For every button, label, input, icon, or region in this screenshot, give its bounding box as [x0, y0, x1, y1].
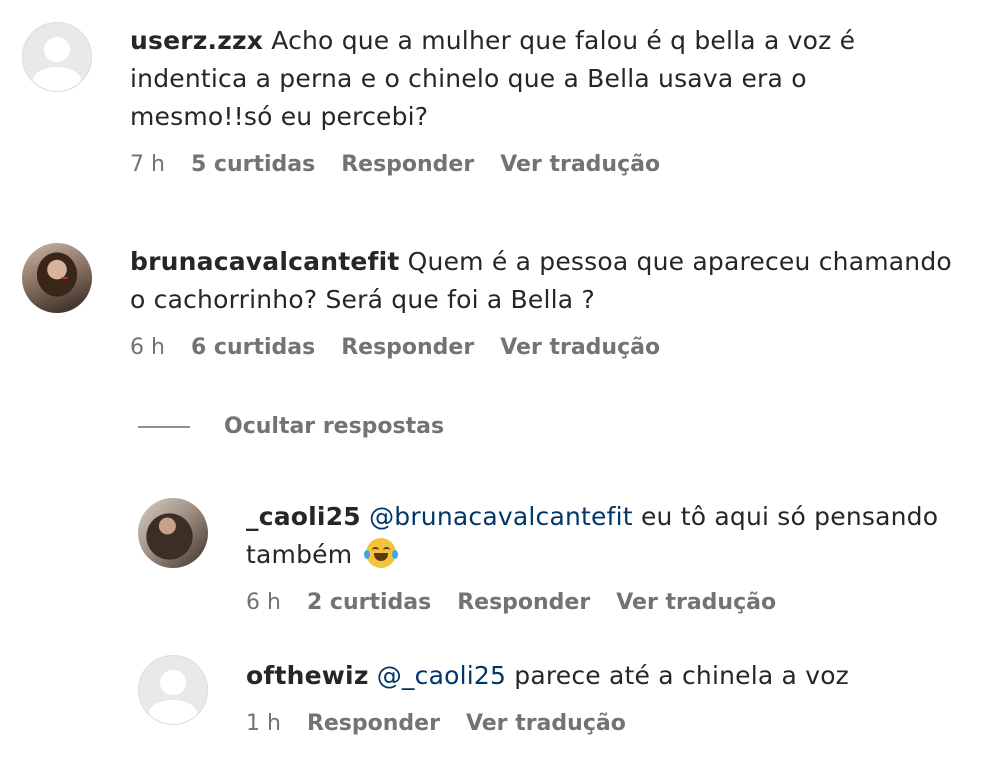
comment-likes[interactable]: 6 curtidas [191, 335, 315, 360]
reply-meta: 6 h 2 curtidas Responder Ver tradução [246, 590, 976, 615]
avatar-photo[interactable] [22, 243, 92, 313]
comment-body: userz.zzx Acho que a mulher que falou é … [130, 22, 890, 177]
reply-text-block: _caoli25 @brunacavalcantefit eu tô aqui … [246, 498, 976, 574]
reply-item: _caoli25 @brunacavalcantefit eu tô aqui … [138, 498, 976, 615]
translate-button[interactable]: Ver tradução [500, 152, 660, 177]
reply-item: ofthewiz @_caoli25 parece até a chinela … [138, 655, 976, 736]
reply-button[interactable]: Responder [341, 335, 474, 360]
reply-meta: 1 h Responder Ver tradução [246, 711, 976, 736]
translate-button[interactable]: Ver tradução [616, 590, 776, 615]
reply-time[interactable]: 6 h [246, 590, 281, 615]
comment-text-block: brunacavalcantefit Quem é a pessoa que a… [130, 243, 970, 319]
comment-time[interactable]: 7 h [130, 152, 165, 177]
comment-item: brunacavalcantefit Quem é a pessoa que a… [22, 243, 970, 360]
comment-body: brunacavalcantefit Quem é a pessoa que a… [130, 243, 970, 360]
reply-body: _caoli25 @brunacavalcantefit eu tô aqui … [246, 498, 976, 615]
translate-button[interactable]: Ver tradução [500, 335, 660, 360]
reply-username[interactable]: ofthewiz [246, 661, 369, 690]
reply-likes[interactable]: 2 curtidas [307, 590, 431, 615]
comment-meta: 7 h 5 curtidas Responder Ver tradução [130, 152, 890, 177]
comment-username[interactable]: userz.zzx [130, 26, 263, 55]
comment-time[interactable]: 6 h [130, 335, 165, 360]
avatar-photo[interactable] [138, 498, 208, 568]
hide-replies-toggle[interactable]: Ocultar respostas [138, 414, 444, 439]
reply-button[interactable]: Responder [457, 590, 590, 615]
reply-button[interactable]: Responder [307, 711, 440, 736]
translate-button[interactable]: Ver tradução [466, 711, 626, 736]
comment-username[interactable]: brunacavalcantefit [130, 247, 400, 276]
hide-replies-label[interactable]: Ocultar respostas [224, 414, 444, 439]
reply-time[interactable]: 1 h [246, 711, 281, 736]
reply-username[interactable]: _caoli25 [246, 502, 361, 531]
avatar-default-icon[interactable] [22, 22, 92, 92]
reply-button[interactable]: Responder [341, 152, 474, 177]
comment-item: userz.zzx Acho que a mulher que falou é … [22, 22, 890, 177]
laughing-tears-emoji-icon [364, 538, 399, 568]
reply-mention[interactable]: @_caoli25 [377, 661, 506, 690]
reply-text: parece até a chinela a voz [514, 661, 850, 690]
comment-likes[interactable]: 5 curtidas [191, 152, 315, 177]
divider-line [138, 425, 190, 428]
reply-body: ofthewiz @_caoli25 parece até a chinela … [246, 657, 976, 736]
comment-meta: 6 h 6 curtidas Responder Ver tradução [130, 335, 970, 360]
avatar-default-icon[interactable] [138, 655, 208, 725]
reply-mention[interactable]: @brunacavalcantefit [369, 502, 633, 531]
comment-text-block: userz.zzx Acho que a mulher que falou é … [130, 22, 890, 136]
reply-text-block: ofthewiz @_caoli25 parece até a chinela … [246, 657, 976, 695]
